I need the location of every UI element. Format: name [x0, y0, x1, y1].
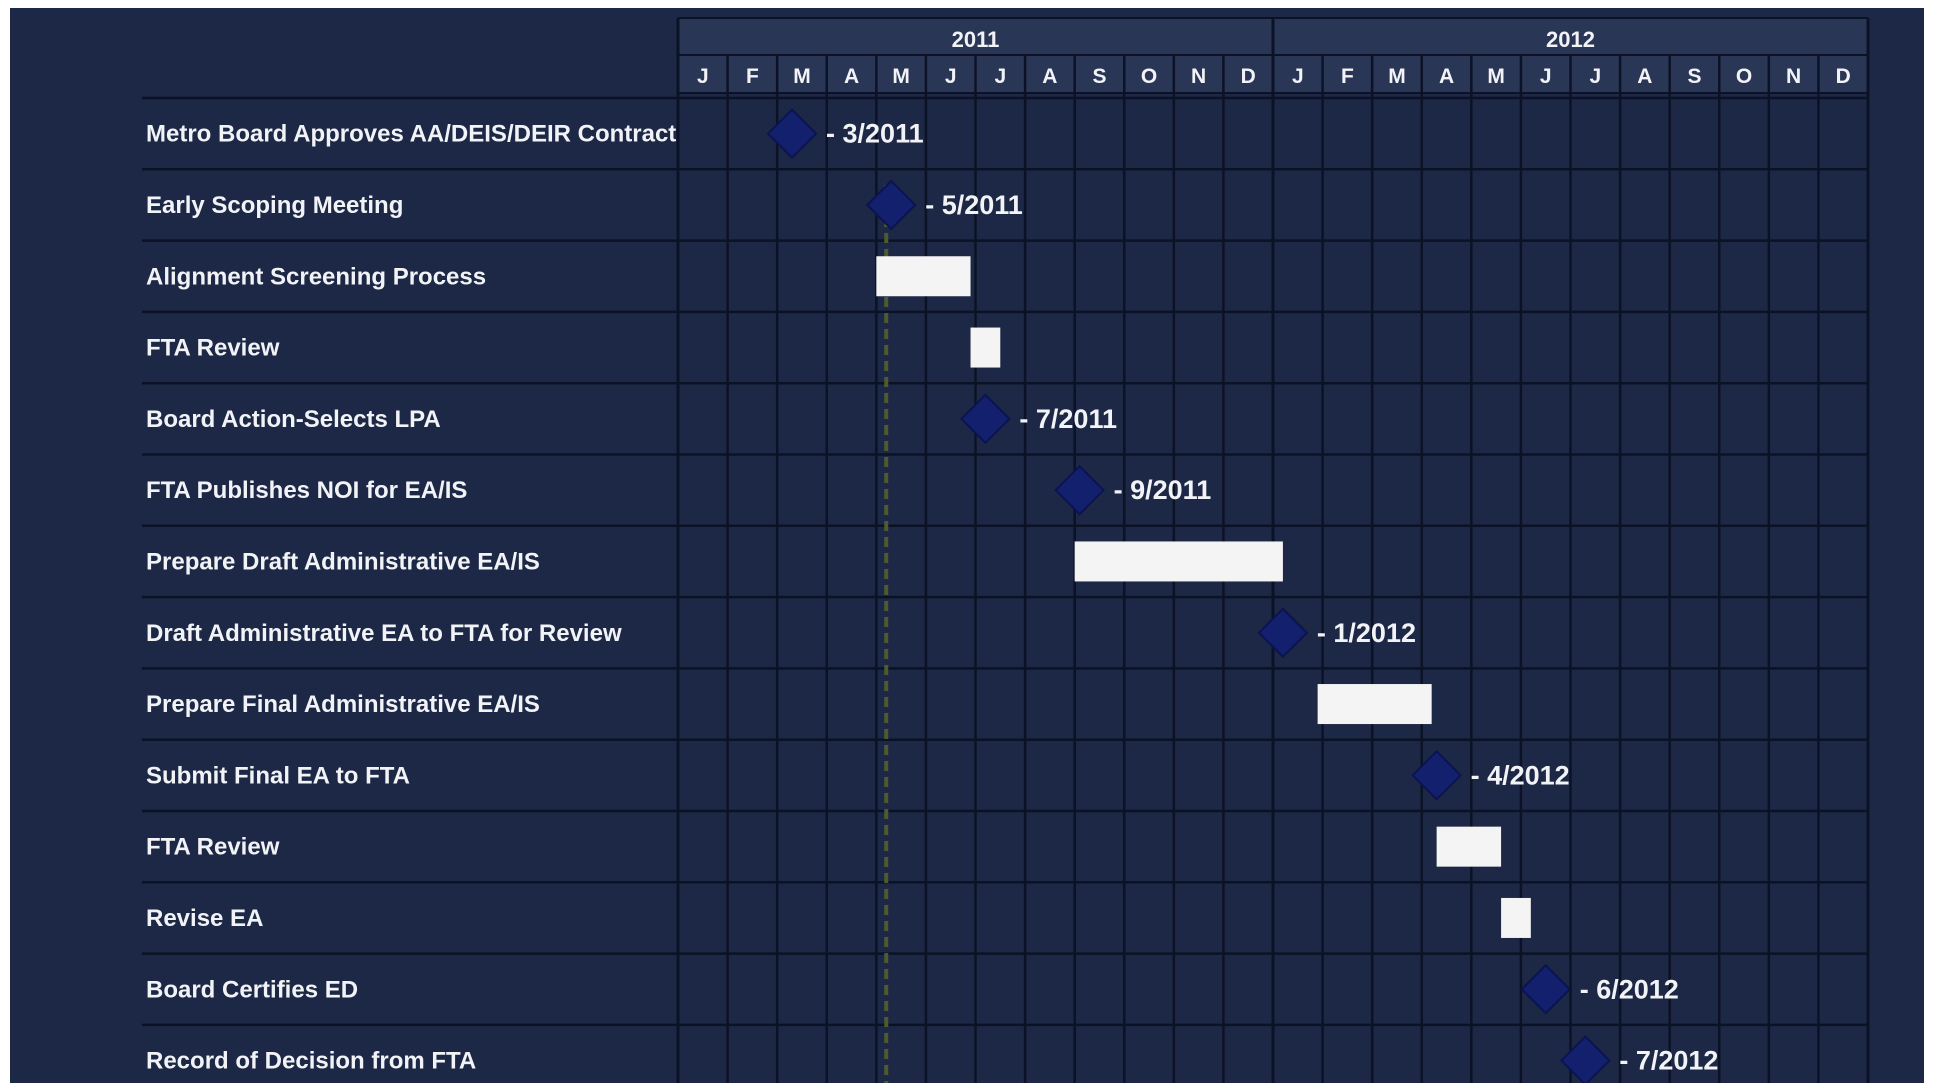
gantt-chart: 2011 2012 J F M A M J J A S O N D J F M A M J J A S O N D Metro Bo… — [142, 17, 1870, 1083]
month-label: J — [697, 65, 709, 88]
milestone-marker — [1559, 1035, 1611, 1083]
month-label: F — [1341, 65, 1354, 88]
task-label: Prepare Draft Administrative EA/IS — [146, 548, 540, 575]
month-label: A — [1637, 65, 1652, 88]
task-label: FTA Review — [146, 335, 280, 362]
month-label: J — [1540, 65, 1552, 88]
task-bar — [1436, 826, 1502, 867]
milestone-date-label: - 3/2011 — [826, 119, 924, 149]
milestone-date-label: - 4/2012 — [1471, 760, 1570, 790]
milestone-marker — [766, 108, 818, 160]
milestone-marker — [1520, 963, 1572, 1015]
month-label: M — [793, 65, 811, 88]
month-label: A — [1439, 65, 1454, 88]
task-label: Metro Board Approves AA/DEIS/DEIR Contra… — [146, 121, 676, 148]
task-bar — [970, 327, 1001, 368]
month-label: J — [1292, 65, 1304, 88]
year-label: 2012 — [1546, 27, 1595, 52]
task-label: Revise EA — [146, 905, 263, 932]
milestone-marker — [960, 393, 1011, 445]
milestone-date-label: - 7/2012 — [1619, 1046, 1718, 1076]
task-label: Record of Decision from FTA — [146, 1048, 476, 1075]
month-label: D — [1241, 65, 1256, 88]
task-label: Board Action-Selects LPA — [146, 406, 441, 433]
month-label: J — [945, 65, 957, 88]
task-label: FTA Review — [146, 834, 280, 861]
milestone-date-label: - 9/2011 — [1114, 475, 1212, 505]
month-label: O — [1141, 65, 1157, 88]
month-label: S — [1092, 65, 1106, 88]
task-label: FTA Publishes NOI for EA/IS — [146, 477, 467, 504]
month-label: A — [844, 65, 859, 88]
milestone-date-label: - 6/2012 — [1580, 974, 1679, 1004]
milestone-marker — [1257, 607, 1309, 659]
year-label: 2011 — [952, 27, 1000, 52]
month-label: S — [1687, 65, 1701, 88]
milestone-marker — [1411, 749, 1463, 801]
month-label: M — [1487, 65, 1505, 88]
task-bar — [1317, 684, 1432, 725]
month-label: D — [1836, 65, 1851, 88]
month-label: N — [1786, 65, 1801, 88]
month-label: O — [1736, 65, 1752, 88]
month-label: J — [1589, 65, 1601, 88]
month-label: N — [1191, 65, 1206, 88]
task-label: Submit Final EA to FTA — [146, 762, 410, 789]
task-label: Alignment Screening Process — [146, 263, 486, 290]
milestone-marker — [865, 179, 917, 231]
month-label: M — [1388, 65, 1406, 88]
task-label: Prepare Final Administrative EA/IS — [146, 691, 540, 718]
task-bar — [1501, 897, 1531, 938]
task-bar — [1074, 541, 1283, 582]
month-label: J — [994, 65, 1006, 88]
task-bar — [876, 256, 971, 297]
task-label: Draft Administrative EA to FTA for Revie… — [146, 620, 622, 647]
month-label: A — [1042, 65, 1057, 88]
task-label: Early Scoping Meeting — [146, 192, 403, 219]
milestone-date-label: - 5/2011 — [925, 190, 1023, 220]
milestone-date-label: - 1/2012 — [1317, 618, 1416, 648]
month-label: F — [746, 65, 759, 88]
milestone-date-label: - 7/2011 — [1019, 404, 1117, 434]
task-label: Board Certifies ED — [146, 976, 358, 1003]
month-label: M — [892, 65, 910, 88]
milestone-marker — [1054, 464, 1106, 516]
